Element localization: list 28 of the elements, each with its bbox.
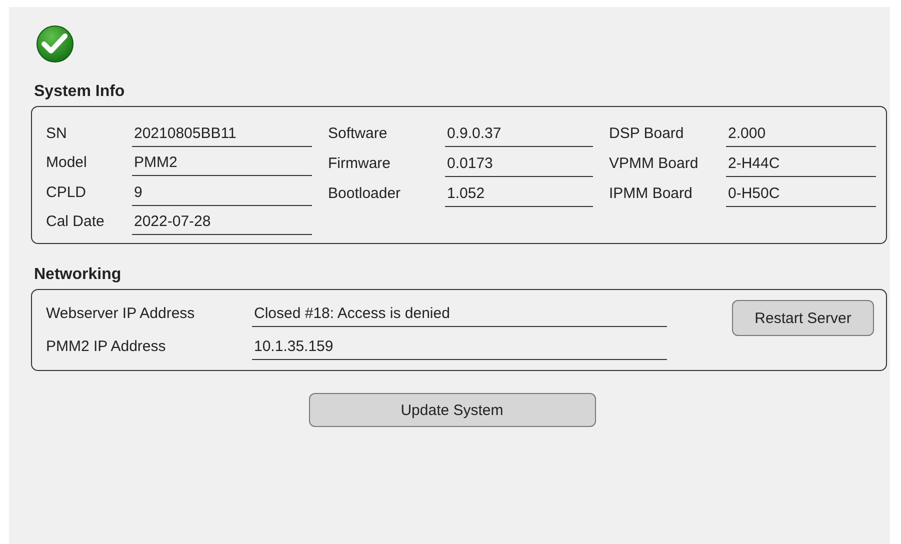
value-field: 2.000 (726, 125, 876, 147)
value-field: 0.0173 (445, 155, 593, 177)
section-title: Networking (34, 266, 122, 284)
value-field: 1.052 (445, 185, 593, 207)
field-label: Bootloader (328, 185, 402, 204)
field-label: CPLD (46, 184, 88, 202)
field-label: Webserver IP Address (46, 305, 196, 324)
field-label: Model (46, 154, 88, 173)
field-label: IPMM Board (609, 185, 694, 204)
field-label: Software (328, 125, 388, 144)
value-field: 9 (132, 184, 312, 206)
value-field: 0.9.0.37 (445, 125, 593, 147)
section-title: System Info (34, 83, 126, 101)
update-system-button[interactable]: Update System (308, 393, 596, 427)
field-label: Cal Date (46, 213, 106, 232)
restart-server-button[interactable]: Restart Server (732, 300, 874, 336)
value-field: 2-H44C (726, 155, 876, 177)
value-field: 0-H50C (726, 185, 876, 207)
field-label: VPMM Board (609, 155, 700, 174)
value-field: Closed #18: Access is denied (252, 305, 667, 327)
value-field: PMM2 (132, 154, 312, 176)
field-label: PMM2 IP Address (46, 338, 167, 357)
field-label: SN (46, 124, 68, 144)
field-label: DSP Board (609, 125, 685, 144)
value-field: 20210805BB11 (132, 124, 312, 146)
value-field: 10.1.35.159 (252, 338, 667, 360)
value-field: 2022-07-28 (132, 213, 312, 235)
field-label: Firmware (328, 155, 392, 174)
